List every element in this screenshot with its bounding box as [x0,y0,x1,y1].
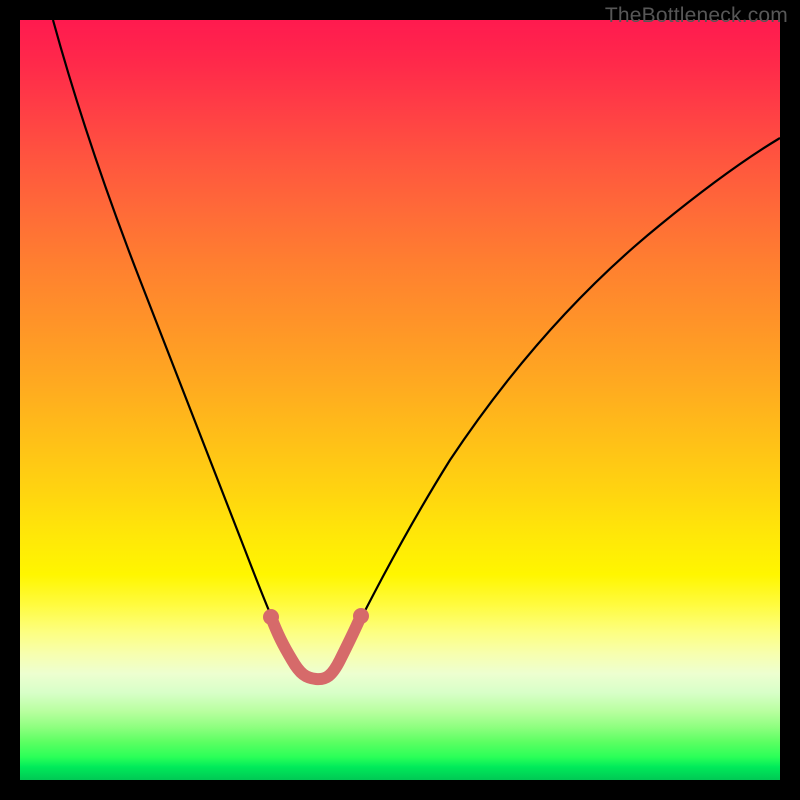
plot-gradient-background [20,20,780,780]
bottleneck-curve [53,20,780,679]
highlight-segment [271,616,361,679]
chart-frame: TheBottleneck.com [0,0,800,800]
highlight-start-dot [263,609,279,625]
highlight-end-dot [353,608,369,624]
curve-layer [20,20,780,780]
